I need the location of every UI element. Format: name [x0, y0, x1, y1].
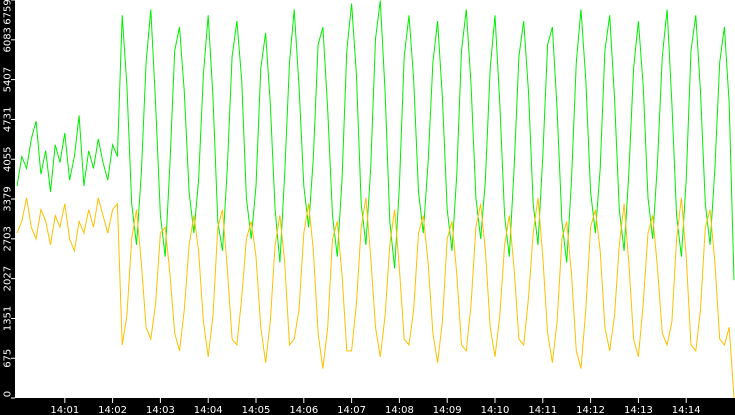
y-tick-label: 1351	[3, 306, 14, 331]
x-tick-label: 14:02	[98, 405, 127, 415]
y-tick-label: 4731	[3, 107, 14, 132]
y-tick-label: 6083	[3, 27, 14, 52]
x-tick-label: 14:05	[242, 405, 271, 415]
y-tick-label: 5407	[3, 67, 14, 92]
x-tick-label: 14:07	[337, 405, 366, 415]
x-tick-label: 14:03	[146, 405, 175, 415]
x-tick-label: 14:06	[289, 405, 318, 415]
y-tick-label: 3379	[3, 186, 14, 211]
x-tick-label: 14:14	[672, 405, 701, 415]
x-tick-label: 14:04	[194, 405, 223, 415]
x-tick-label: 14:10	[481, 405, 510, 415]
x-tick-label: 14:01	[50, 405, 79, 415]
x-tick-label: 14:13	[624, 405, 653, 415]
y-tick-label: 2703	[3, 226, 14, 251]
x-tick-label: 14:12	[576, 405, 605, 415]
y-tick-label: 6759	[3, 0, 14, 25]
y-tick-label: 2027	[3, 266, 14, 291]
x-tick-label: 14:08	[385, 405, 414, 415]
x-tick-label: 14:11	[528, 405, 557, 415]
line-chart: 0 675 1351 2027 2703 3379 4055 4731 5407 6083 6759…	[0, 0, 735, 415]
y-tick-label: 675	[3, 349, 14, 368]
y-tick-label: 0	[3, 391, 14, 397]
x-tick-label: 14:09	[433, 405, 462, 415]
y-tick-label: 4055	[3, 146, 14, 171]
